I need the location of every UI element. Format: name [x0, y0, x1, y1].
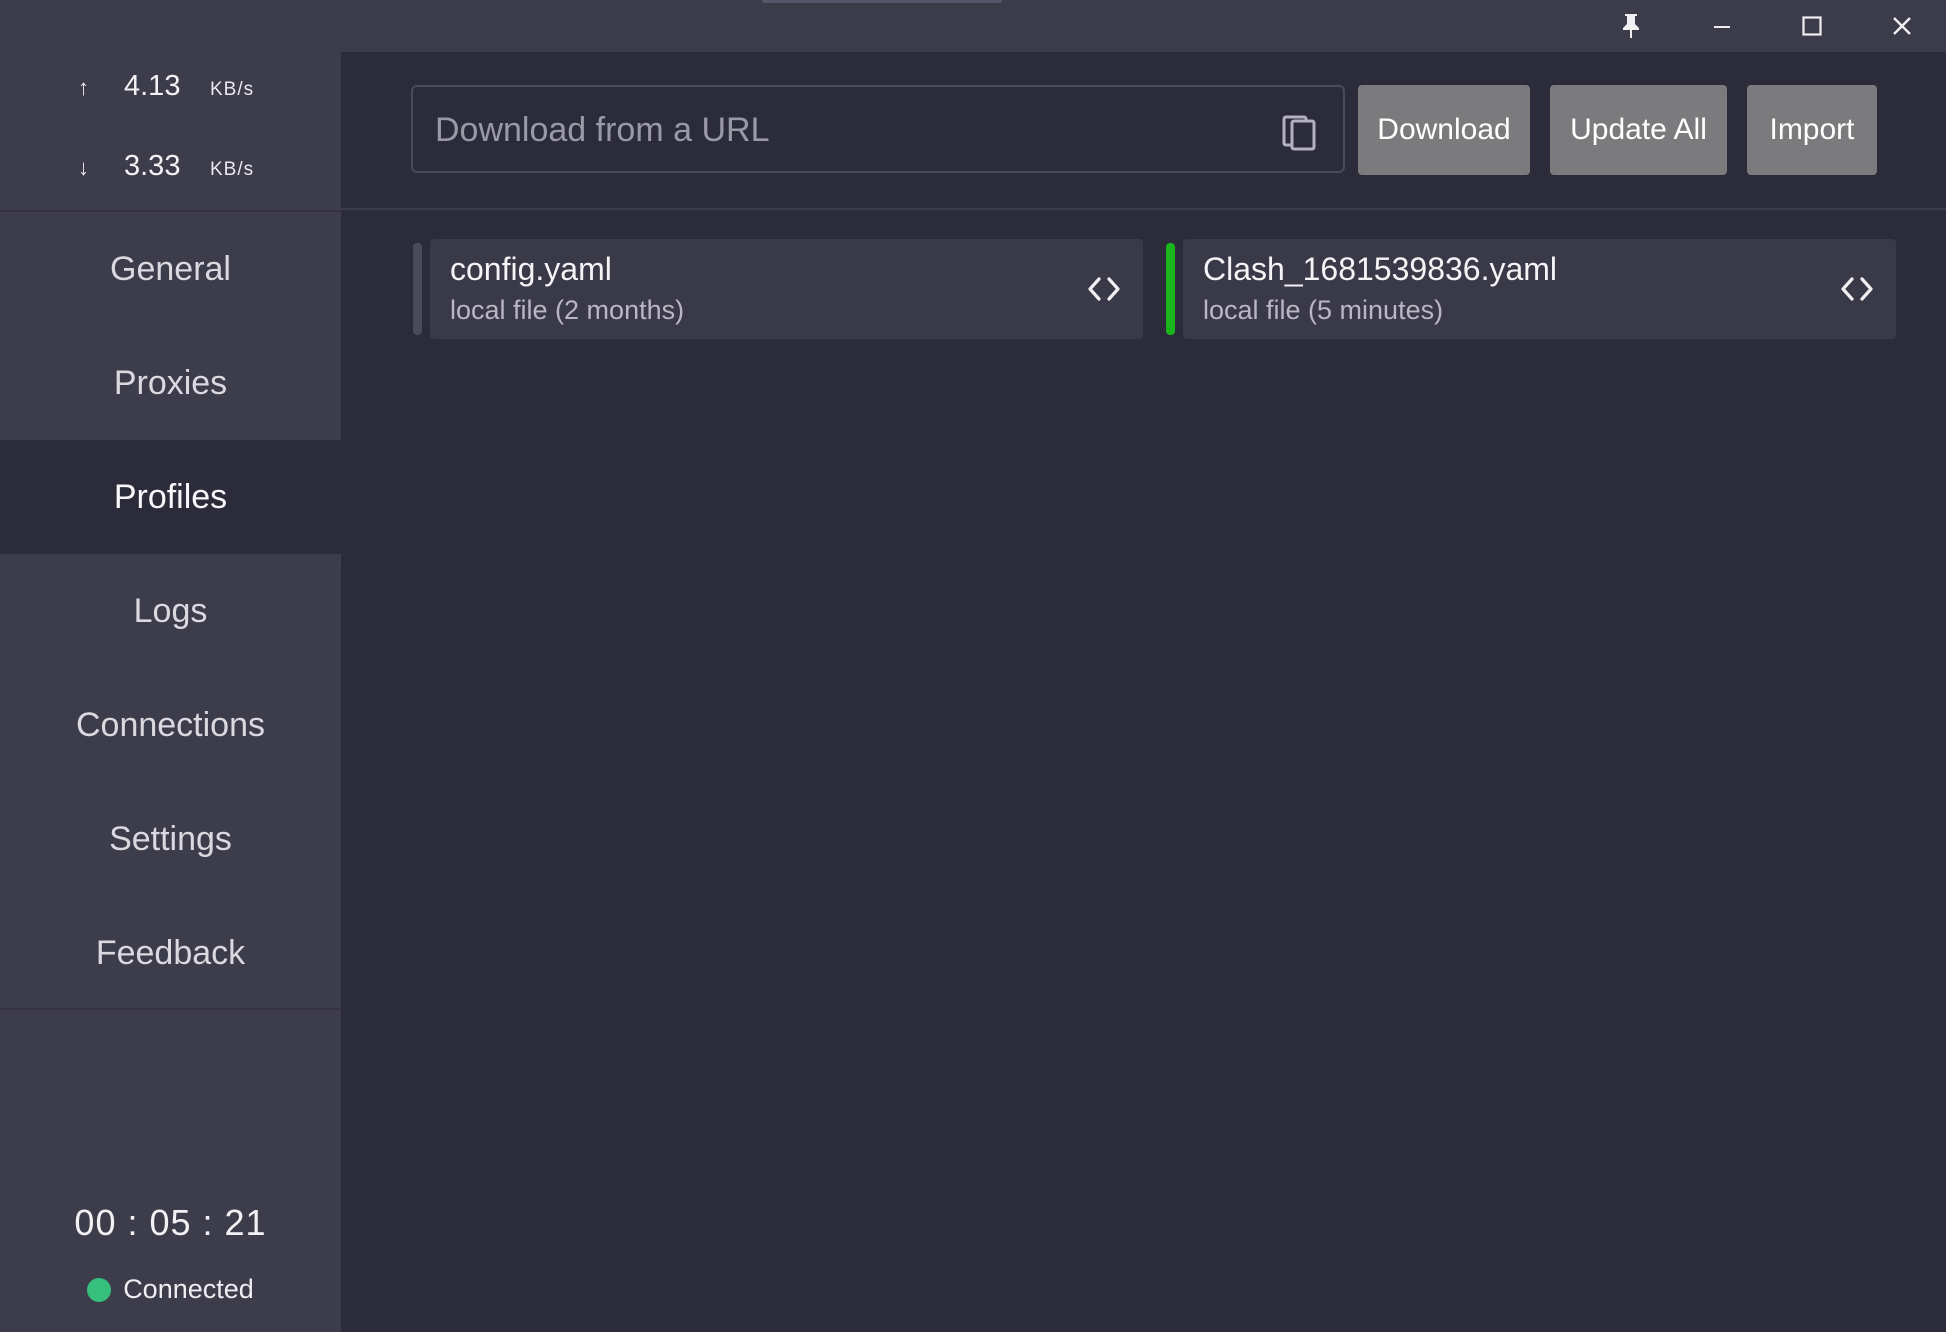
upload-arrow-icon: ↑ [78, 75, 89, 100]
profile-meta: local file (5 minutes) [1203, 295, 1444, 325]
upload-speed-value: 4.13 [124, 70, 181, 102]
profile-name: config.yaml [450, 251, 612, 287]
profile-indicator [413, 243, 422, 335]
title-bar[interactable] [0, 0, 1946, 52]
sidebar: ↑ 4.13 KB/s ↓ 3.33 KB/s General Proxies … [0, 52, 341, 1332]
paste-button[interactable] [1281, 111, 1317, 151]
profile-card-body[interactable]: Clash_1681539836.yaml local file (5 minu… [1183, 239, 1896, 339]
sidebar-item-logs[interactable]: Logs [0, 554, 341, 668]
download-speed-unit: KB/s [210, 159, 255, 180]
profile-meta: local file (2 months) [450, 295, 685, 325]
traffic-panel: ↑ 4.13 KB/s ↓ 3.33 KB/s [0, 52, 341, 212]
status-dot-icon [87, 1277, 112, 1302]
download-arrow-icon: ↓ [78, 155, 89, 180]
status-text: Connected [123, 1274, 254, 1304]
uptime-timer: 00 : 05 : 21 [74, 1202, 267, 1243]
toolbar-divider [341, 208, 1946, 210]
minimize-button[interactable] [1677, 0, 1767, 52]
sidebar-item-connections[interactable]: Connections [0, 668, 341, 782]
profile-card-config[interactable]: config.yaml local file (2 months) [413, 239, 1143, 339]
profile-card-body[interactable]: config.yaml local file (2 months) [430, 239, 1143, 339]
download-button[interactable]: Download [1358, 85, 1530, 175]
window-drag-grip[interactable] [762, 0, 1002, 3]
code-icon [1088, 277, 1120, 301]
sidebar-item-feedback[interactable]: Feedback [0, 896, 341, 1010]
maximize-button[interactable] [1767, 0, 1857, 52]
connection-status: Connected [0, 1274, 341, 1305]
nav-group-bottom: Logs Connections Settings Feedback [0, 554, 341, 1014]
code-icon [1841, 277, 1873, 301]
profile-card-clash[interactable]: Clash_1681539836.yaml local file (5 minu… [1166, 239, 1896, 339]
minimize-icon [1714, 26, 1730, 28]
upload-speed: ↑ 4.13 KB/s [78, 70, 254, 103]
profile-name: Clash_1681539836.yaml [1203, 251, 1558, 287]
sidebar-item-proxies[interactable]: Proxies [0, 326, 341, 440]
upload-speed-unit: KB/s [210, 79, 255, 100]
url-input-box [411, 85, 1345, 173]
edit-profile-button[interactable] [1084, 269, 1124, 309]
clipboard-icon [1282, 115, 1316, 151]
sidebar-item-general[interactable]: General [0, 212, 341, 326]
import-button[interactable]: Import [1747, 85, 1877, 175]
pin-button[interactable] [1586, 0, 1676, 52]
download-speed: ↓ 3.33 KB/s [78, 150, 254, 183]
close-button[interactable] [1857, 0, 1946, 52]
sidebar-item-profiles[interactable]: Profiles [0, 440, 341, 554]
close-icon [1893, 17, 1911, 35]
app-window: ↑ 4.13 KB/s ↓ 3.33 KB/s General Proxies … [0, 0, 1946, 1332]
sidebar-item-settings[interactable]: Settings [0, 782, 341, 896]
download-speed-value: 3.33 [124, 150, 181, 182]
profile-indicator-active [1166, 243, 1175, 335]
nav-group-top: General Proxies [0, 212, 341, 440]
sidebar-divider [0, 1008, 341, 1010]
url-input[interactable] [433, 87, 1257, 173]
edit-profile-button[interactable] [1837, 269, 1877, 309]
pin-icon [1623, 14, 1639, 38]
update-all-button[interactable]: Update All [1550, 85, 1727, 175]
maximize-icon [1802, 16, 1822, 36]
